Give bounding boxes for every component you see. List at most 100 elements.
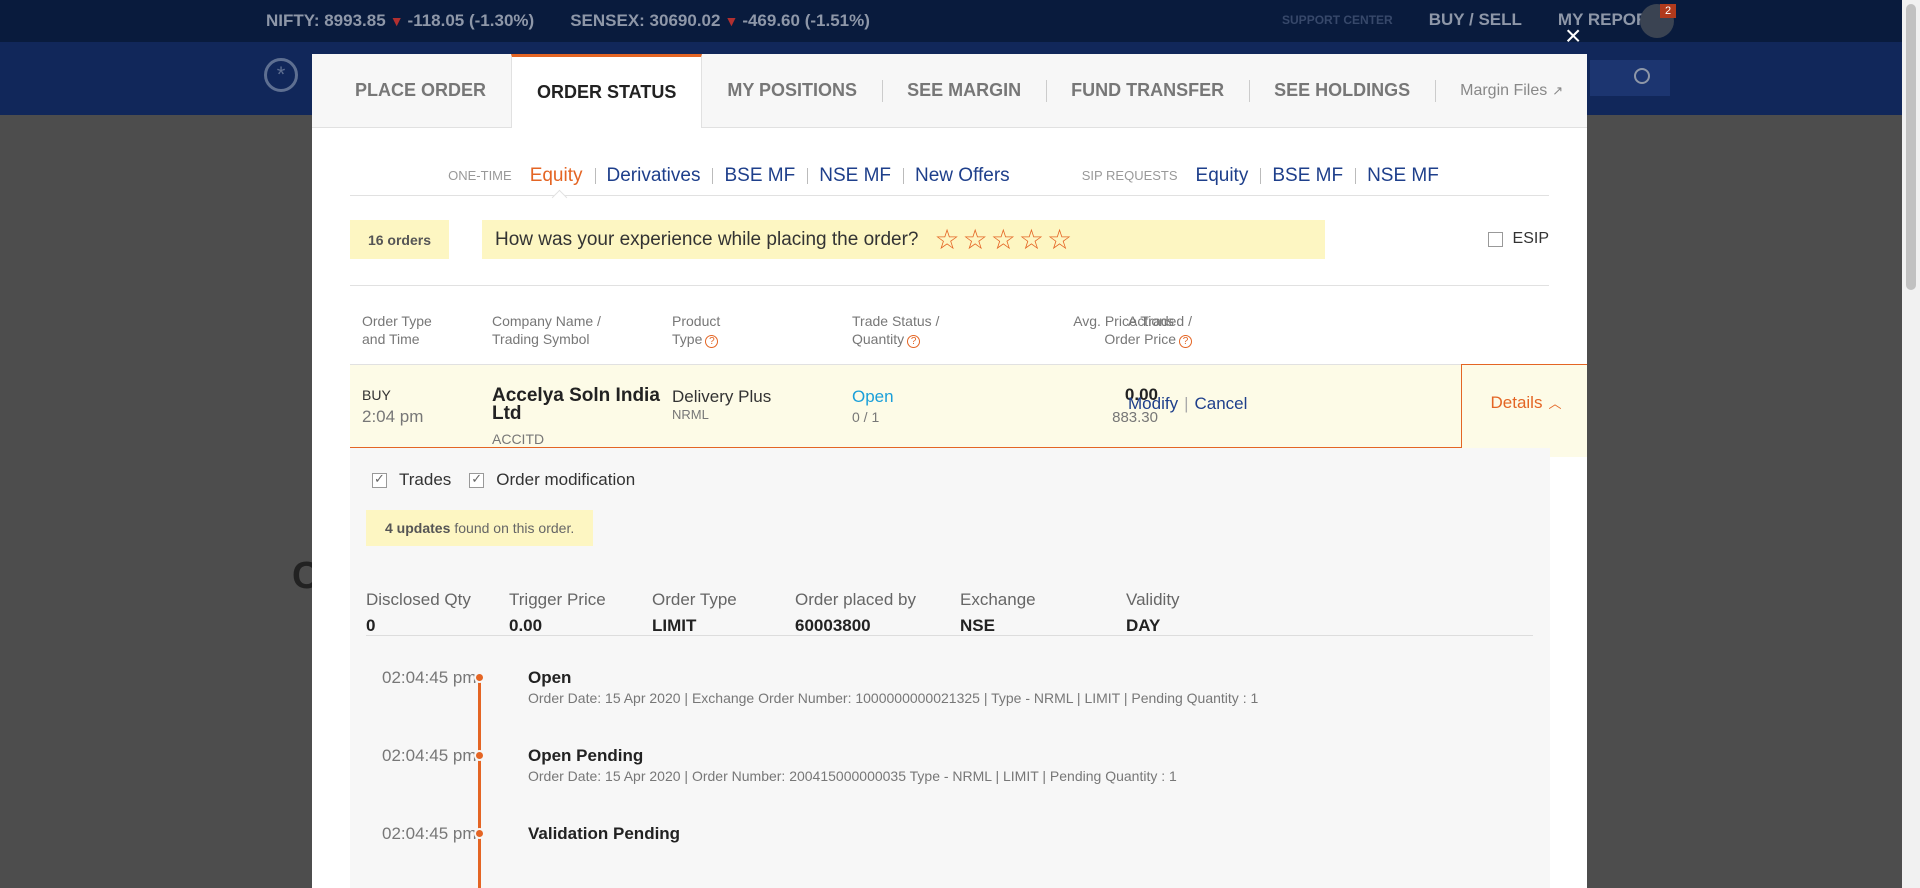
company-name: Accelya Soln India Ltd [492, 385, 660, 424]
order-time: 2:04 pm [362, 407, 424, 426]
prop-validity: Validity DAY [1126, 590, 1180, 635]
order-type-subnav: ONE-TIME Equity Derivatives BSE MF NSE M… [350, 156, 1549, 196]
subnav-nse-mf[interactable]: NSE MF [807, 165, 903, 187]
orders-table-header: Order Type and Time Company Name / Trading… [350, 312, 1549, 352]
modify-button[interactable]: Modify [1128, 394, 1178, 413]
timeline-time: 02:04:45 pm [382, 668, 477, 687]
timeline-desc: Order Date: 15 Apr 2020 | Order Number: … [528, 768, 1177, 784]
search-box[interactable] [1590, 60, 1670, 96]
chevron-up-icon: ︿ [1548, 396, 1562, 411]
trades-checkbox[interactable] [372, 471, 387, 488]
page-scrollbar[interactable] [1902, 0, 1920, 888]
tab-my-positions[interactable]: MY POSITIONS [702, 54, 882, 127]
notification-badge: 2 [1660, 4, 1677, 18]
order-modal: PLACE ORDER ORDER STATUS MY POSITIONS SE… [312, 54, 1587, 888]
timeline-dot [474, 672, 485, 683]
tab-see-margin[interactable]: SEE MARGIN [882, 54, 1046, 127]
product-type: Delivery Plus [672, 387, 772, 406]
subnav-new-offers[interactable]: New Offers [903, 165, 1022, 187]
nifty-ticker: NIFTY: 8993.85 ▼ -118.05 (-1.30%) [266, 11, 535, 30]
timeline-title: Open Pending [528, 746, 644, 765]
col-trade-status: Trade Status / Quantity? [852, 313, 940, 348]
help-icon[interactable]: ? [705, 335, 719, 348]
star-icon[interactable]: ☆ [991, 225, 1016, 254]
background-topbar: NIFTY: 8993.85 ▼ -118.05 (-1.30%) SENSEX: … [0, 0, 1920, 42]
esip-filter[interactable]: ESIP [1487, 230, 1549, 248]
feedback-row: 16 orders How was your experience while … [350, 220, 1549, 260]
order-modification-checkbox[interactable] [469, 471, 485, 488]
prop-order-type: Order Type LIMIT [652, 590, 737, 635]
details-label: Details [1490, 393, 1543, 412]
col-actions: Actions [1128, 313, 1174, 329]
table-row[interactable]: BUY 2:04 pm Accelya Soln India Ltd ACCIT… [350, 364, 1587, 457]
timeline-dot [474, 828, 485, 839]
market-ticker: NIFTY: 8993.85 ▼ -118.05 (-1.30%) SENSEX: … [266, 11, 870, 31]
feedback-banner: How was your experience while placing th… [482, 220, 1325, 259]
trading-symbol: ACCITD [492, 431, 545, 447]
scrollbar-thumb[interactable] [1906, 4, 1916, 290]
col-company: Company Name / Trading Symbol [492, 313, 601, 347]
star-icon[interactable]: ☆ [1019, 225, 1044, 254]
details-toggle-button[interactable]: Details ︿ [1461, 364, 1587, 457]
external-link-icon: ↗ [1552, 82, 1564, 98]
subnav-equity[interactable]: Equity [518, 165, 595, 187]
timeline-time: 02:04:45 pm [382, 746, 477, 765]
tab-place-order[interactable]: PLACE ORDER [330, 54, 511, 127]
subnav-sip-bse-mf[interactable]: BSE MF [1260, 165, 1355, 187]
sip-requests-label: SIP REQUESTS [1081, 168, 1178, 183]
order-properties: Disclosed Qty 0 Trigger Price 0.00 Order T… [366, 590, 1533, 636]
subnav-sip-nse-mf[interactable]: NSE MF [1355, 165, 1451, 187]
star-icon[interactable]: ☆ [935, 225, 960, 254]
search-icon[interactable] [1634, 68, 1650, 84]
subnav-sip-equity[interactable]: Equity [1184, 165, 1261, 187]
close-icon[interactable]: × [1565, 22, 1581, 50]
cancel-button[interactable]: Cancel [1195, 394, 1248, 413]
updates-count: 4 updates [385, 520, 451, 536]
subnav-derivatives[interactable]: Derivatives [594, 165, 713, 187]
margin-files-label: Margin Files [1460, 81, 1548, 99]
sensex-ticker: SENSEX: 30690.02 ▼ -469.60 (-1.51%) [570, 11, 870, 30]
esip-label: ESIP [1512, 230, 1549, 247]
col-product: Product Type? [672, 313, 721, 348]
details-filters: Trades Order modification [372, 470, 653, 490]
orders-count-badge: 16 orders [350, 220, 449, 259]
timeline-title: Validation Pending [528, 824, 681, 843]
trades-label: Trades [399, 470, 452, 489]
product-subtype: NRML [672, 407, 709, 422]
order-modification-label: Order modification [496, 470, 636, 489]
rating-stars: ☆ ☆ ☆ ☆ ☆ [935, 225, 1073, 254]
help-icon[interactable]: ? [907, 335, 921, 348]
timeline-dot [474, 750, 485, 761]
logo-icon: * [264, 58, 298, 92]
col-order-type: Order Type and Time [362, 313, 432, 347]
order-actions: Modify | Cancel [1128, 394, 1248, 413]
order-type: BUY [362, 387, 391, 403]
order-details-panel: Trades Order modification 4 updates foun… [350, 448, 1550, 888]
star-icon[interactable]: ☆ [963, 225, 988, 254]
prop-disclosed-qty: Disclosed Qty 0 [366, 590, 471, 635]
updates-badge: 4 updates found on this order. [366, 510, 594, 546]
prop-order-placed-by: Order placed by 60003800 [795, 590, 916, 635]
tab-fund-transfer[interactable]: FUND TRANSFER [1046, 54, 1249, 127]
star-icon[interactable]: ☆ [1047, 225, 1072, 254]
feedback-question: How was your experience while placing th… [495, 228, 919, 250]
trade-quantity: 0 / 1 [852, 409, 880, 425]
modal-tabs: PLACE ORDER ORDER STATUS MY POSITIONS SE… [312, 54, 1587, 128]
updates-suffix: found on this order. [454, 520, 575, 536]
subnav-bse-mf[interactable]: BSE MF [712, 165, 807, 187]
prop-trigger-price: Trigger Price 0.00 [509, 590, 606, 635]
trade-status: Open [852, 387, 894, 406]
buy-sell-link[interactable]: BUY / SELL [1429, 10, 1522, 30]
timeline-line [478, 676, 481, 888]
support-center-link[interactable]: SUPPORT CENTER [1282, 13, 1393, 27]
help-icon[interactable]: ? [1179, 335, 1192, 348]
timeline-time: 02:04:45 pm [382, 824, 477, 843]
tab-order-status[interactable]: ORDER STATUS [511, 54, 703, 128]
esip-checkbox[interactable] [1487, 231, 1503, 247]
timeline-title: Open [528, 668, 572, 687]
divider [350, 285, 1549, 286]
tab-margin-files[interactable]: Margin Files ↗ [1435, 54, 1587, 127]
timeline-desc: Order Date: 15 Apr 2020 | Exchange Order… [528, 690, 1259, 706]
tab-see-holdings[interactable]: SEE HOLDINGS [1249, 54, 1435, 127]
prop-exchange: Exchange NSE [960, 590, 1036, 635]
